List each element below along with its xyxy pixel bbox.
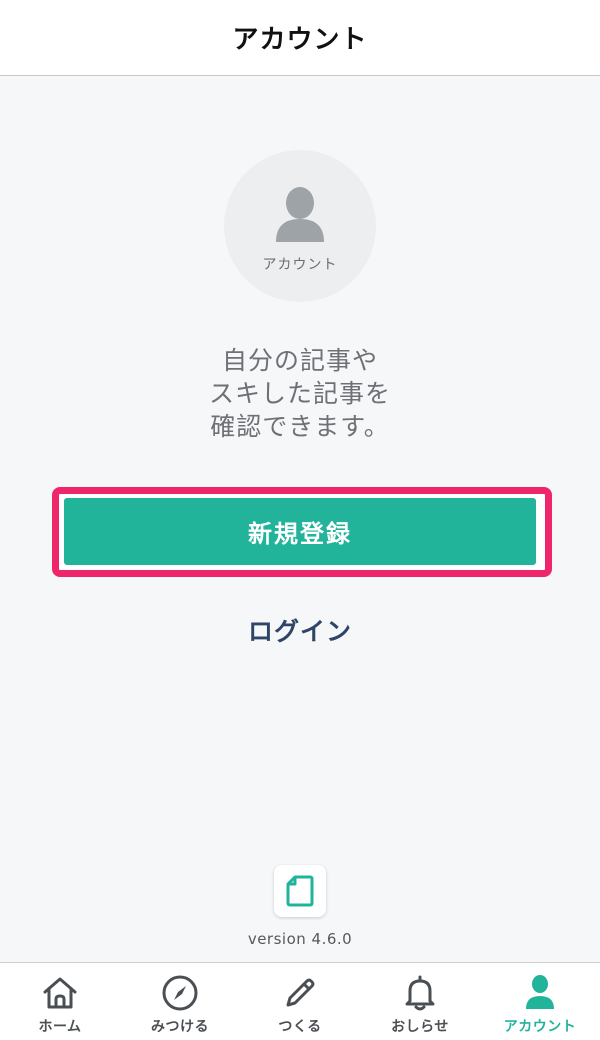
tab-account[interactable]: アカウント — [480, 963, 600, 1040]
home-icon — [43, 977, 77, 1009]
tab-notifications[interactable]: おしらせ — [360, 963, 480, 1040]
document-icon — [286, 875, 314, 907]
note-logo-icon — [274, 865, 326, 917]
navigation-bar: アカウント — [0, 0, 600, 76]
pencil-icon — [286, 978, 315, 1007]
version-text: version 4.6.0 — [247, 930, 353, 948]
avatar-label: アカウント — [262, 257, 338, 273]
account-screen: アカウント アカウント 自分の記事や スキした記事を 確認できます。 新規登録 … — [0, 0, 600, 1040]
tab-create[interactable]: つくる — [240, 963, 360, 1040]
tab-label: つくる — [278, 1019, 322, 1035]
tab-bar: ホーム みつける つくる おしらせ アカウント — [0, 962, 600, 1040]
compass-icon — [162, 975, 198, 1011]
tab-discover[interactable]: みつける — [120, 963, 240, 1040]
message-line: スキした記事を — [208, 379, 391, 408]
tab-label: みつける — [151, 1019, 209, 1035]
account-message: 自分の記事や スキした記事を 確認できます。 — [0, 344, 600, 443]
message-line: 確認できます。 — [210, 412, 390, 441]
person-icon — [276, 187, 324, 242]
person-icon — [526, 975, 554, 1009]
tab-label: ホーム — [38, 1019, 82, 1035]
signup-button[interactable]: 新規登録 — [64, 498, 536, 565]
tab-home[interactable]: ホーム — [0, 963, 120, 1040]
avatar: アカウント — [224, 150, 376, 302]
tab-label: アカウント — [503, 1019, 577, 1035]
login-link[interactable]: ログイン — [200, 608, 400, 652]
bell-icon — [405, 975, 435, 1011]
page-title: アカウント — [232, 25, 368, 55]
tab-label: おしらせ — [391, 1019, 449, 1035]
message-line: 自分の記事や — [221, 346, 378, 375]
